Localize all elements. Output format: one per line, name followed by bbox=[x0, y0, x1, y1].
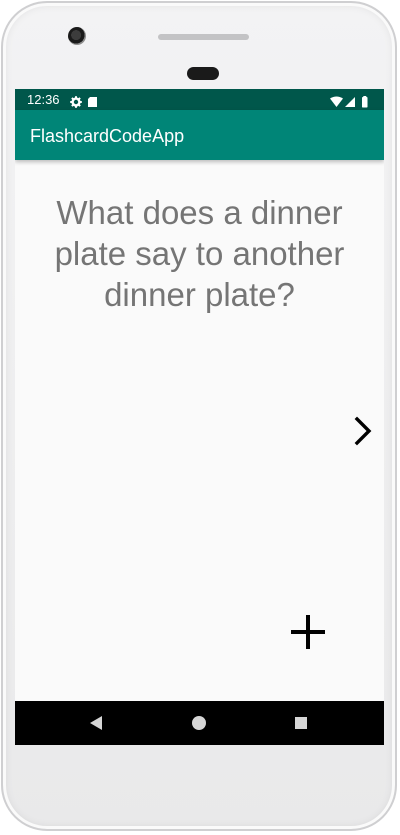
add-card-button[interactable] bbox=[285, 609, 331, 655]
earpiece-speaker bbox=[158, 34, 249, 40]
front-camera bbox=[68, 27, 86, 45]
status-time: 12:36 bbox=[27, 92, 60, 107]
recents-square-icon[interactable] bbox=[294, 716, 308, 730]
flashcard-question[interactable]: What does a dinner plate say to another … bbox=[15, 192, 384, 315]
battery-icon bbox=[362, 97, 368, 108]
signal-icon bbox=[345, 97, 355, 107]
plus-icon bbox=[291, 615, 325, 649]
navigation-bar bbox=[15, 701, 384, 745]
chevron-right-icon bbox=[354, 416, 372, 446]
device-screen: 12:36 FlashcardCodeApp What does a dinne… bbox=[15, 89, 384, 745]
home-circle-icon[interactable] bbox=[191, 715, 207, 731]
proximity-sensor bbox=[187, 67, 219, 80]
back-triangle-icon[interactable] bbox=[88, 715, 104, 731]
wifi-icon bbox=[330, 96, 343, 107]
next-card-button[interactable] bbox=[348, 414, 378, 450]
gear-icon bbox=[70, 96, 82, 108]
app-bar: FlashcardCodeApp bbox=[15, 110, 384, 160]
status-bar: 12:36 bbox=[15, 89, 384, 110]
app-title: FlashcardCodeApp bbox=[30, 126, 185, 146]
sd-card-icon bbox=[88, 97, 97, 107]
